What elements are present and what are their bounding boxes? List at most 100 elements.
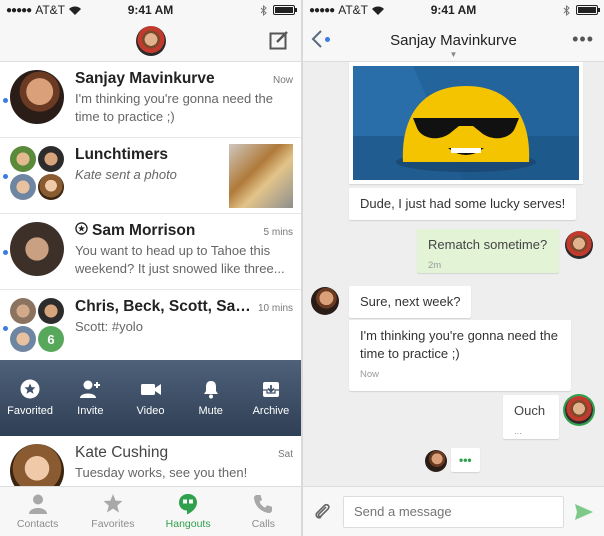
bluetooth-icon	[563, 4, 570, 16]
sender-avatar	[311, 287, 339, 315]
avatar	[10, 298, 36, 324]
conversation-item-lunchtimers[interactable]: Lunchtimers Kate sent a photo	[0, 138, 301, 214]
photo-message[interactable]	[349, 62, 583, 184]
conversation-snippet: Tuesday works, see you then!	[75, 465, 248, 480]
message-text: I'm thinking you're gonna need the time …	[360, 328, 558, 361]
action-label: Video	[136, 405, 165, 417]
bluetooth-icon	[260, 4, 267, 16]
add-person-icon	[80, 380, 101, 398]
tab-calls[interactable]: Calls	[226, 487, 301, 536]
tab-contacts[interactable]: Contacts	[0, 487, 75, 536]
conversation-time: Now	[272, 75, 293, 86]
action-label: Mute	[198, 405, 223, 417]
action-label: Favorited	[7, 405, 54, 417]
message-text: Dude, I just had some lucky serves!	[360, 196, 566, 211]
invite-action-button[interactable]: Invite	[60, 360, 120, 436]
conversation-item-sanjay[interactable]: Sanjay Mavinkurve Now I'm thinking you'r…	[0, 62, 301, 138]
conversation-name: Sanjay Mavinkurve	[75, 70, 215, 87]
sticker-image	[353, 66, 579, 180]
message-bubble-received[interactable]: I'm thinking you're gonna need the time …	[349, 320, 571, 391]
mute-action-button[interactable]: Mute	[181, 360, 241, 436]
tab-favorites[interactable]: Favorites	[75, 487, 150, 536]
avatar	[10, 146, 36, 172]
archive-box-icon	[262, 382, 279, 397]
avatar	[10, 174, 36, 200]
tab-hangouts[interactable]: Hangouts	[151, 487, 226, 536]
avatar	[10, 70, 64, 124]
phone-icon	[254, 495, 273, 513]
favorite-star-icon	[75, 222, 88, 235]
sender-avatar	[425, 450, 447, 472]
chat-header: Sanjay Mavinkurve ▼ •••	[303, 20, 604, 62]
conversation-snippet: I'm thinking you're gonna need the time …	[75, 91, 273, 124]
message-timestamp: Now	[360, 369, 380, 380]
my-avatar	[565, 231, 593, 259]
my-profile-avatar[interactable]	[135, 25, 166, 56]
unread-indicator	[3, 326, 8, 331]
message-input[interactable]	[343, 495, 564, 528]
status-time: 9:41 AM	[127, 3, 174, 17]
battery-icon	[576, 5, 600, 15]
avatar	[38, 298, 64, 324]
hangouts-quote-icon	[179, 494, 198, 515]
list-header	[0, 20, 301, 62]
archive-action-button[interactable]: Archive	[241, 360, 301, 436]
compose-icon[interactable]	[269, 30, 289, 50]
avatar	[38, 146, 64, 172]
group-avatar: 6	[10, 298, 64, 352]
conversation-item-sam[interactable]: Sam Morrison 5 mins You want to head up …	[0, 214, 301, 290]
message-text: Sure, next week?	[360, 294, 461, 309]
send-icon[interactable]	[574, 503, 594, 521]
sunglasses-emoji-icon	[353, 66, 579, 180]
avatar	[10, 326, 36, 352]
message-bubble-sent[interactable]: Ouch ...	[503, 395, 559, 439]
unread-indicator	[325, 36, 330, 42]
video-camera-icon	[140, 384, 161, 395]
message-text: Rematch sometime?	[428, 237, 548, 252]
bell-icon	[203, 381, 218, 399]
conversation-name: Chris, Beck, Scott, Sahil...	[75, 298, 252, 315]
action-label: Archive	[252, 405, 290, 417]
favorite-action-button[interactable]: Favorited	[0, 360, 60, 436]
unread-indicator	[3, 250, 8, 255]
avatar	[10, 222, 64, 276]
typing-indicator: •••	[451, 448, 480, 472]
conversation-time: 10 mins	[257, 303, 293, 314]
tab-label: Hangouts	[165, 518, 211, 530]
conversation-snippet: Kate sent a photo	[75, 167, 177, 182]
more-options-icon[interactable]: •••	[572, 30, 594, 48]
message-text: Ouch	[514, 403, 546, 418]
back-button[interactable]	[311, 29, 330, 49]
group-avatar	[10, 146, 64, 200]
message-bubble-received[interactable]: Dude, I just had some lucky serves!	[349, 188, 577, 220]
person-icon	[28, 494, 47, 514]
chevron-down-icon[interactable]: ▼	[450, 50, 458, 59]
star-circle-icon	[20, 379, 40, 399]
battery-icon	[273, 5, 297, 15]
bottom-tab-bar: Contacts Favorites Hangouts Calls	[0, 486, 301, 536]
conversation-time: 5 mins	[263, 227, 293, 238]
chat-title[interactable]: Sanjay Mavinkurve	[390, 32, 517, 49]
chat-screen: ●●●●● AT&T 9:41 AM Sanjay Mavinkurve ▼ •…	[303, 0, 604, 536]
avatar	[38, 174, 64, 200]
status-bar: ●●●●● AT&T 9:41 AM	[0, 0, 301, 20]
participant-count-badge: 6	[38, 326, 64, 352]
video-action-button[interactable]: Video	[120, 360, 180, 436]
message-bubble-received[interactable]: Sure, next week?	[349, 286, 472, 318]
unread-indicator	[3, 98, 8, 103]
tab-label: Contacts	[16, 518, 59, 530]
star-icon	[103, 494, 123, 513]
conversation-item-chris-group[interactable]: 6 Chris, Beck, Scott, Sahil... 10 mins S…	[0, 290, 301, 366]
message-bubble-sent[interactable]: Rematch sometime? 2m	[417, 229, 559, 273]
photo-thumbnail[interactable]	[229, 144, 293, 208]
conversation-time: Sat	[277, 449, 293, 460]
tab-label: Favorites	[91, 518, 135, 530]
tab-label: Calls	[251, 518, 276, 530]
conversation-name: Lunchtimers	[75, 146, 169, 163]
conversation-action-bar: Favorited Invite Video Mute Archive	[0, 360, 301, 436]
status-time: 9:41 AM	[430, 3, 477, 17]
status-bar: ●●●●● AT&T 9:41 AM	[303, 0, 604, 20]
paperclip-icon[interactable]	[313, 502, 333, 522]
message-timestamp: 2m	[428, 260, 442, 271]
conversation-snippet: Scott: #yolo	[75, 319, 143, 334]
